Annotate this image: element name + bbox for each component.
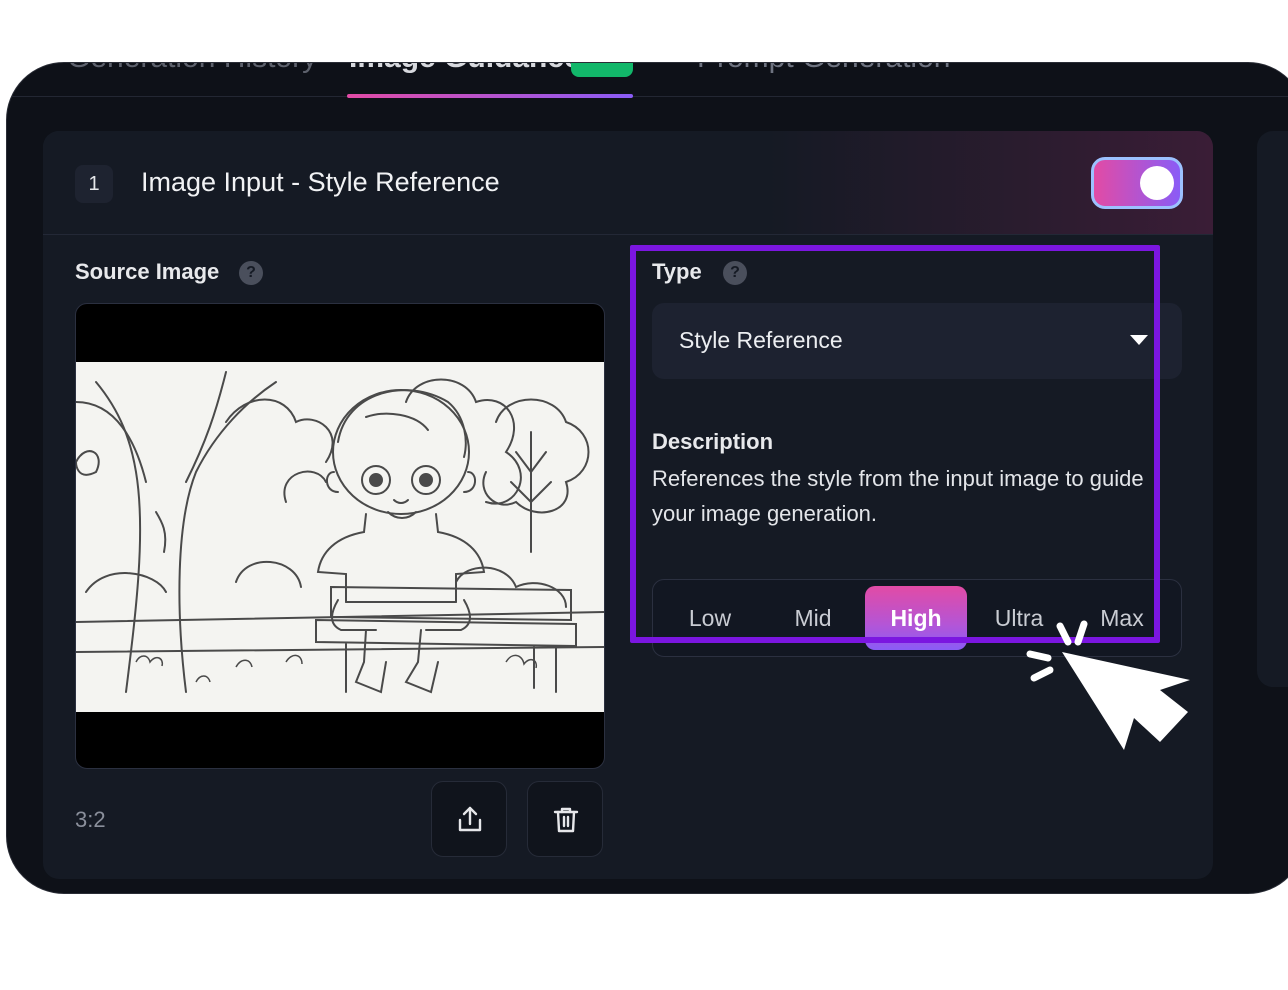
panel-header: 1 Image Input - Style Reference xyxy=(43,131,1213,235)
boy-on-bench-sketch xyxy=(76,362,604,712)
tab-badge xyxy=(571,63,633,77)
enable-toggle[interactable] xyxy=(1091,157,1183,209)
tab-prompt-generation[interactable]: Prompt Generation xyxy=(697,63,950,75)
delete-button[interactable] xyxy=(527,781,603,857)
active-tab-indicator xyxy=(347,94,633,98)
adjacent-panel-edge xyxy=(1257,131,1288,687)
tab-image-guidance[interactable]: Image Guidance xyxy=(349,63,581,75)
pointer-cursor-icon xyxy=(1026,620,1190,750)
tab-generation-history[interactable]: Generation History xyxy=(67,63,317,75)
upload-icon xyxy=(458,806,482,832)
source-image-preview[interactable] xyxy=(75,303,605,769)
panel-title: Image Input - Style Reference xyxy=(141,167,500,197)
upload-button[interactable] xyxy=(431,781,507,857)
tab-bar: Generation History Image Guidance Prompt… xyxy=(7,63,1288,98)
toggle-knob xyxy=(1140,166,1174,200)
source-image-label: Source Image xyxy=(75,259,220,284)
highlight-annotation xyxy=(630,245,1160,643)
step-number-badge: 1 xyxy=(75,165,113,203)
help-icon[interactable]: ? xyxy=(239,261,263,285)
trash-icon xyxy=(553,807,579,833)
aspect-ratio-label: 3:2 xyxy=(75,807,106,832)
